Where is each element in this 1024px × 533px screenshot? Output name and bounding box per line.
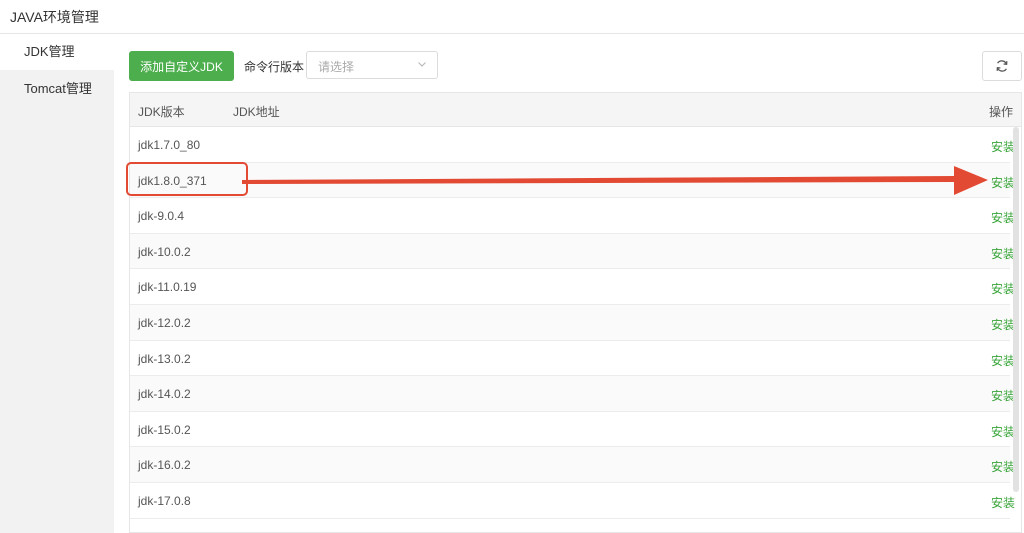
sidebar-item-tomcat[interactable]: Tomcat管理 — [0, 71, 114, 107]
jdk-version: jdk1.7.0_80 — [138, 138, 201, 152]
chevron-down-icon — [418, 62, 426, 67]
jdk-version: jdk-12.0.2 — [138, 315, 191, 330]
table-row: jdk1.7.0_80 安装 — [130, 127, 1015, 163]
sidebar-item-jdk[interactable]: JDK管理 — [0, 34, 114, 70]
jdk-version: jdk-14.0.2 — [138, 387, 191, 402]
table-row: jdk-16.0.2 安装 — [130, 447, 1015, 483]
table-row: jdk-12.0.2 安装 — [130, 304, 1015, 341]
jdk-version: jdk-13.0.2 — [138, 351, 191, 366]
header-jdk-path: JDK地址 — [233, 105, 280, 119]
jdk-version: jdk-10.0.2 — [138, 244, 191, 259]
jdk-table: JDK版本 JDK地址 操作 jdk1.7.0_80 安装 jdk1.8.0_37… — [129, 92, 1022, 533]
header-action: 操作 — [988, 105, 1013, 119]
table-row: jdk-11.0.19 安装 — [130, 269, 1015, 305]
header-jdk-version: JDK版本 — [138, 105, 185, 119]
jdk-version: jdk-9.0.4 — [138, 209, 185, 224]
table-body: jdk1.7.0_80 安装 jdk1.8.0_371 安装 jdk-9.0.4 安装… — [130, 127, 1015, 519]
table-row: jdk1.8.0_371 安装 — [130, 162, 1015, 199]
jdk-version: jdk-17.0.8 — [138, 493, 191, 508]
title-bar: JAVA环境管理 — [0, 0, 1024, 34]
app-title: JAVA环境管理 — [10, 9, 99, 25]
annotation-highlight-box — [126, 162, 248, 196]
table-row: jdk-10.0.2 安装 — [130, 233, 1015, 270]
table-row: jdk-15.0.2 安装 — [130, 411, 1015, 448]
table-row: jdk-14.0.2 安装 — [130, 376, 1015, 412]
scrollbar-thumb[interactable] — [1013, 127, 1019, 492]
table-row: jdk-17.0.8 安装 — [130, 482, 1015, 519]
table-row: jdk-13.0.2 安装 — [130, 340, 1015, 377]
select-placeholder: 请选择 — [318, 60, 355, 74]
table-row: jdk-9.0.4 安装 — [130, 198, 1015, 234]
sidebar: JDK管理 Tomcat管理 — [0, 34, 114, 533]
cli-version-select[interactable]: 请选择 — [306, 51, 438, 79]
jdk-version: jdk-11.0.19 — [138, 280, 197, 295]
table-header: JDK版本 JDK地址 操作 — [130, 93, 1021, 127]
jdk-version: jdk-15.0.2 — [138, 422, 191, 437]
refresh-button[interactable] — [982, 51, 1022, 81]
jdk-version: jdk-16.0.2 — [138, 458, 191, 473]
vertical-scrollbar[interactable] — [1012, 127, 1020, 532]
add-custom-jdk-button[interactable]: 添加自定义JDK — [129, 51, 234, 81]
refresh-icon — [996, 60, 1008, 72]
cli-version-label: 命令行版本 — [244, 60, 305, 74]
